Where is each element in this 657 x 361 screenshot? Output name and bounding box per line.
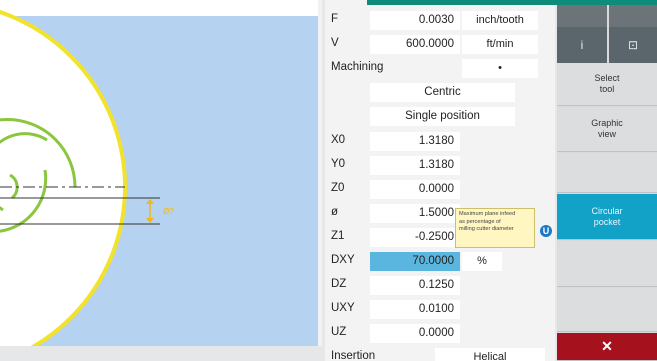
- graphic-divider: [318, 0, 322, 346]
- single-position-toggle[interactable]: Single position: [370, 107, 515, 126]
- empty-softkey-1[interactable]: [557, 153, 657, 193]
- select-tool-softkey[interactable]: Select tool: [557, 63, 657, 106]
- param-row-dz: DZ 0.1250: [325, 275, 555, 296]
- param-label: F: [331, 13, 339, 25]
- top-softkey-left[interactable]: [557, 5, 607, 27]
- info-icon[interactable]: i: [557, 27, 607, 63]
- param-row-uz: UZ 0.0000: [325, 323, 555, 344]
- param-label: DXY: [331, 254, 355, 266]
- param-z0-field[interactable]: 0.0000: [370, 180, 460, 199]
- param-row-z0: Z0 0.0000: [325, 179, 555, 200]
- param-v-field[interactable]: 600.0000: [370, 35, 460, 54]
- param-row-insertion: Insertion Helical: [325, 347, 555, 361]
- param-y0-field[interactable]: 1.3180: [370, 156, 460, 175]
- param-label: DZ: [331, 278, 347, 290]
- parameter-panel: F 0.0030 inch/tooth V 600.0000 ft/min Ma…: [325, 0, 555, 361]
- centric-toggle[interactable]: Centric: [370, 83, 515, 102]
- dimension-label: Ø?: [163, 207, 174, 216]
- param-f-field[interactable]: 0.0030: [370, 11, 460, 30]
- param-uxy-field[interactable]: 0.0100: [370, 300, 460, 319]
- param-label: Z0: [331, 182, 345, 194]
- param-v-unit[interactable]: ft/min: [462, 35, 538, 54]
- param-row-x0: X0 1.3180: [325, 131, 555, 152]
- machining-select[interactable]: •: [462, 59, 538, 78]
- empty-softkey-2[interactable]: [557, 241, 657, 287]
- param-x0-field[interactable]: 1.3180: [370, 132, 460, 151]
- param-label: Z1: [331, 230, 345, 242]
- pocket-drawing: Ø?: [0, 9, 174, 346]
- insertion-select[interactable]: Helical: [435, 348, 545, 361]
- param-label: UXY: [331, 302, 355, 314]
- pocket-outer-circle: [0, 9, 127, 346]
- param-row-v: V 600.0000 ft/min: [325, 34, 555, 55]
- param-label: Insertion: [331, 350, 376, 361]
- help-tooltip: Maximum plane infeed as percentage of mi…: [455, 208, 535, 248]
- param-row-machining: Machining •: [325, 58, 555, 79]
- param-row-f: F 0.0030 inch/tooth: [325, 10, 555, 31]
- param-row-y0: Y0 1.3180: [325, 155, 555, 176]
- param-z1-field[interactable]: -0.2500: [370, 228, 460, 247]
- param-label: X0: [331, 134, 346, 146]
- graphic-view: Ø?: [0, 0, 322, 346]
- param-diameter-field[interactable]: 1.5000: [370, 204, 460, 223]
- param-label: V: [331, 37, 339, 49]
- param-label: Machining: [331, 61, 384, 73]
- empty-softkey-3[interactable]: [557, 288, 657, 332]
- param-f-unit[interactable]: inch/tooth: [462, 11, 538, 30]
- param-dxy-field[interactable]: 70.0000: [370, 252, 460, 271]
- cancel-button[interactable]: ✕: [557, 333, 657, 361]
- graphic-view-softkey[interactable]: Graphic view: [557, 107, 657, 152]
- param-label: Y0: [331, 158, 346, 170]
- param-row-uxy: UXY 0.0100: [325, 299, 555, 320]
- param-label: ø: [331, 206, 339, 218]
- param-label: UZ: [331, 326, 347, 338]
- param-dxy-unit[interactable]: %: [462, 252, 502, 271]
- window-icon[interactable]: ⊡: [609, 27, 657, 63]
- toggle-icon[interactable]: U: [540, 225, 552, 237]
- circular-pocket-softkey[interactable]: Circular pocket: [557, 194, 657, 240]
- param-dz-field[interactable]: 0.1250: [370, 276, 460, 295]
- param-row-dxy: DXY 70.0000 %: [325, 251, 555, 272]
- cycle-screen: Ø? F 0.0030 inch/tooth V 600.0000 ft/min: [0, 0, 657, 361]
- param-uz-field[interactable]: 0.0000: [370, 324, 460, 343]
- top-softkey-right[interactable]: [609, 5, 657, 27]
